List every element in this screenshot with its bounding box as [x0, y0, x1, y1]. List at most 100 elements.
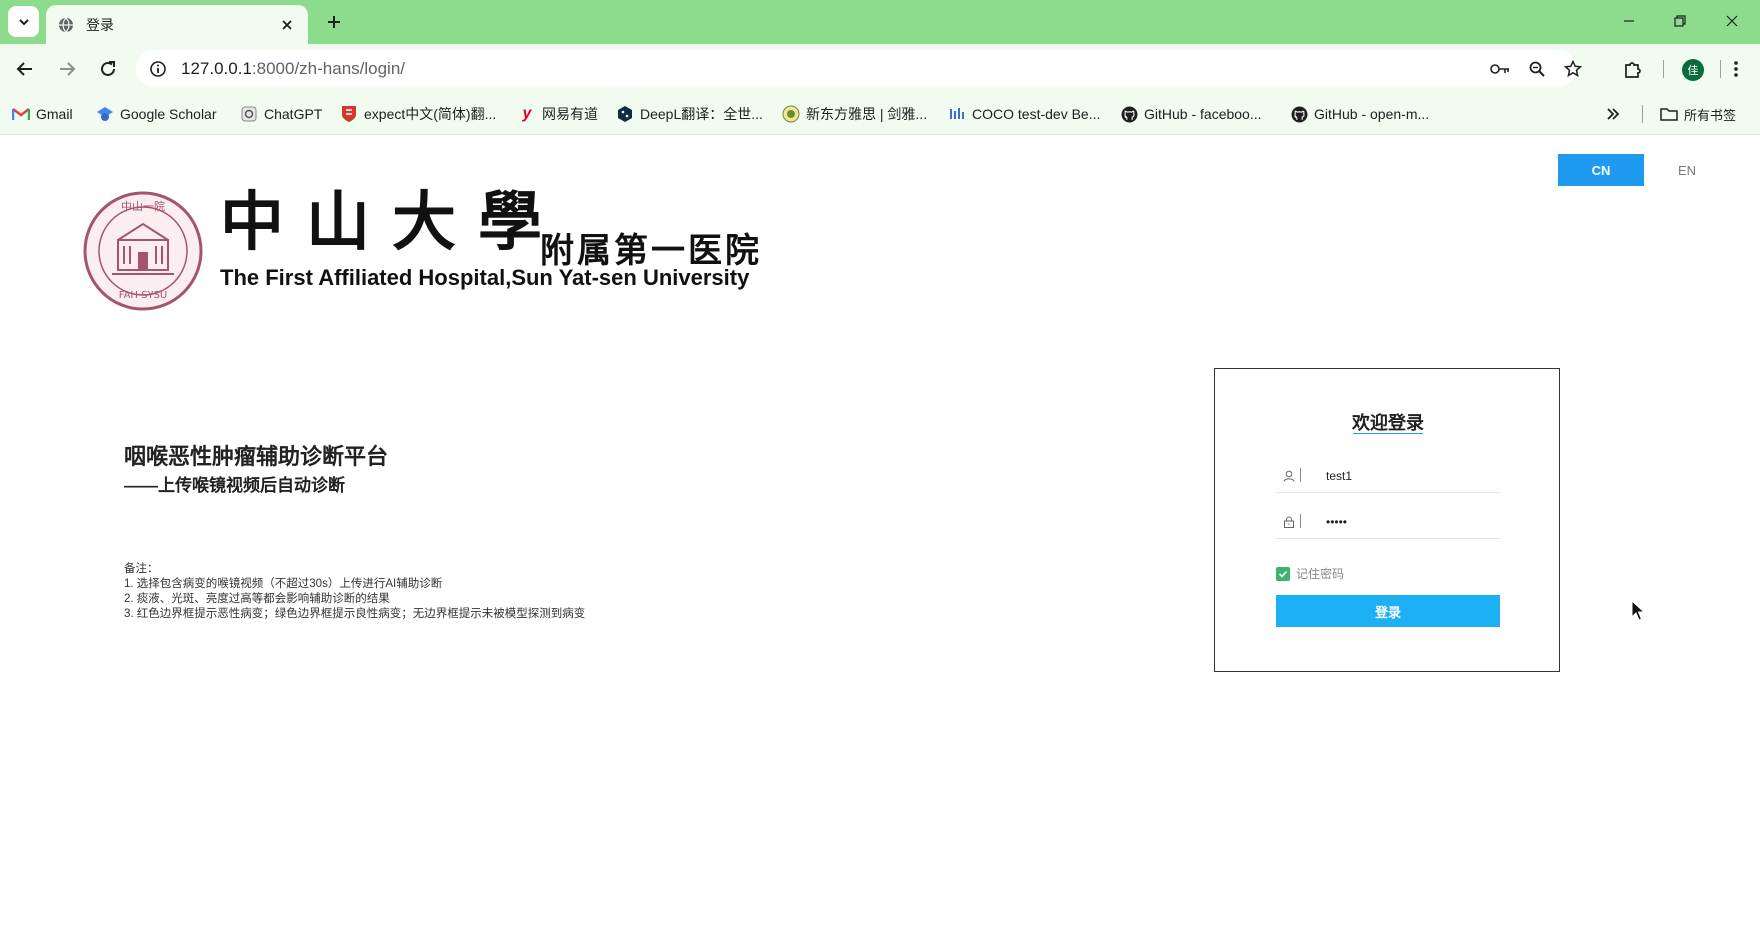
address-bar[interactable]: 127.0.0.1:8000/zh-hans/login/	[136, 50, 1582, 87]
plus-icon	[328, 16, 340, 28]
bookmark-label: COCO test-dev Be...	[972, 106, 1101, 122]
cambridge-icon	[340, 105, 358, 123]
profile-avatar[interactable]: 佳	[1682, 59, 1704, 81]
close-icon	[1726, 15, 1738, 27]
lang-en-button[interactable]: EN	[1644, 154, 1730, 186]
bookmark-label: ChatGPT	[264, 106, 323, 122]
close-window-button[interactable]	[1712, 6, 1752, 36]
scholar-icon	[96, 105, 114, 123]
coco-icon	[948, 105, 966, 123]
remember-password[interactable]: 记住密码	[1276, 565, 1344, 582]
bookmarks-divider	[1642, 105, 1643, 123]
chatgpt-icon	[240, 105, 258, 123]
all-bookmarks-label: 所有书签	[1684, 107, 1737, 123]
toolbar-divider	[1720, 60, 1721, 78]
double-chevron-right-icon	[1607, 108, 1620, 120]
zoom-icon[interactable]	[1526, 58, 1548, 80]
login-button[interactable]: 登录	[1276, 595, 1500, 627]
mouse-cursor-icon	[1631, 600, 1645, 621]
username-field[interactable]	[1276, 461, 1500, 493]
bookmark-chatgpt[interactable]: ChatGPT	[240, 103, 322, 125]
login-card: 欢迎登录 记住密码 登录	[1214, 368, 1560, 672]
password-key-icon[interactable]	[1489, 58, 1511, 80]
new-tab-button[interactable]	[322, 10, 346, 34]
browser-menu-button[interactable]	[1723, 56, 1749, 82]
globe-icon	[58, 17, 74, 33]
folder-icon	[1660, 105, 1678, 123]
note-item: 3. 红色边界框提示恶性病变；绿色边界框提示良性病变；无边界框提示未被模型探测到…	[124, 608, 586, 620]
bookmark-label: Google Scholar	[120, 106, 217, 122]
note-item: 2. 痰液、光斑、亮度过高等都会影响辅助诊断的结果	[124, 593, 390, 605]
bookmark-star-icon[interactable]	[1562, 58, 1584, 80]
bookmark-github-open[interactable]: GitHub - open-m...	[1290, 103, 1429, 125]
site-info-icon[interactable]	[148, 59, 168, 79]
reload-button[interactable]	[95, 56, 121, 82]
field-divider	[1300, 514, 1301, 528]
bookmark-label: DeepL翻译：全世...	[640, 106, 763, 122]
logo-english-name: The First Affiliated Hospital,Sun Yat-se…	[220, 265, 750, 290]
forward-button[interactable]	[54, 56, 80, 82]
seal-top-text: 中山一院	[121, 199, 165, 213]
bookmark-youdao[interactable]: y 网易有道	[518, 103, 598, 125]
lang-cn-button[interactable]: CN	[1558, 154, 1644, 186]
active-tab[interactable]: 登录	[46, 5, 308, 44]
reload-icon	[101, 61, 115, 76]
minimize-icon	[1624, 20, 1634, 22]
tab-search-button[interactable]	[8, 6, 39, 37]
restore-button[interactable]	[1660, 6, 1700, 36]
bookmark-xdf[interactable]: 新东方雅思 | 剑雅...	[782, 103, 927, 125]
password-input[interactable]	[1326, 511, 1496, 533]
bookmark-label: 网易有道	[542, 106, 598, 122]
close-tab-icon[interactable]	[278, 16, 296, 34]
bookmark-label: GitHub - open-m...	[1314, 106, 1430, 122]
platform-subtitle: ——上传喉镜视频后自动诊断	[124, 476, 345, 495]
bookmark-label: expect中文(简体)翻...	[364, 106, 497, 122]
login-title: 欢迎登录	[1352, 413, 1424, 433]
checkmark-icon	[1278, 570, 1288, 578]
url-path: :8000/zh-hans/login/	[251, 59, 406, 78]
xdf-icon	[782, 105, 800, 123]
bookmark-label: 新东方雅思 | 剑雅...	[806, 106, 928, 122]
username-input[interactable]	[1326, 465, 1496, 487]
bookmark-cambridge[interactable]: expect中文(简体)翻...	[340, 103, 496, 125]
more-bookmarks-button[interactable]	[1606, 103, 1620, 125]
remember-label: 记住密码	[1296, 567, 1345, 581]
github-icon	[1290, 105, 1308, 123]
hospital-seal-logo: 中山一院 FAH·SYSU	[83, 191, 203, 311]
platform-title: 咽喉恶性肿瘤辅助诊断平台	[124, 444, 389, 469]
login-page: CN EN 中山一院 FAH·SYSU 中山大學 附属第一医院 The Firs…	[0, 135, 1760, 942]
field-divider	[1300, 468, 1301, 482]
remember-checkbox[interactable]	[1276, 566, 1290, 581]
deepl-icon	[616, 105, 634, 123]
bookmark-label: Gmail	[36, 106, 73, 122]
bookmark-deepl[interactable]: DeepL翻译：全世...	[616, 103, 763, 125]
bookmarks-bar: Gmail Google Scholar ChatGPT expect中文(简体…	[0, 93, 1760, 135]
seal-bottom-text: FAH·SYSU	[119, 290, 168, 301]
toolbar-divider	[1663, 60, 1664, 78]
password-field[interactable]	[1276, 507, 1500, 539]
gmail-icon	[12, 105, 30, 123]
youdao-icon: y	[522, 105, 532, 122]
url-text[interactable]: 127.0.0.1:8000/zh-hans/login/	[181, 59, 405, 79]
all-bookmarks-folder[interactable]: 所有书签	[1660, 103, 1736, 125]
url-host: 127.0.0.1	[181, 59, 252, 78]
bookmark-coco[interactable]: COCO test-dev Be...	[948, 103, 1100, 125]
bookmark-github-facebook[interactable]: GitHub - faceboo...	[1120, 103, 1262, 125]
github-icon	[1120, 105, 1138, 123]
extensions-button[interactable]	[1620, 56, 1646, 82]
minimize-button[interactable]	[1609, 6, 1649, 36]
puzzle-icon	[1625, 62, 1641, 78]
bookmark-gmail[interactable]: Gmail	[12, 103, 73, 125]
arrow-right-icon	[60, 62, 76, 76]
user-icon	[1282, 469, 1296, 483]
tab-strip: 登录	[0, 0, 1760, 44]
browser-toolbar: 127.0.0.1:8000/zh-hans/login/ 佳	[0, 44, 1760, 93]
lock-icon	[1282, 515, 1296, 529]
notes-heading: 备注：	[124, 563, 159, 575]
bookmark-google-scholar[interactable]: Google Scholar	[96, 103, 217, 125]
login-title-underline	[1353, 433, 1423, 434]
kebab-menu-icon	[1734, 61, 1738, 77]
note-item: 1. 选择包含病变的喉镜视频（不超过30s）上传进行AI辅助诊断	[124, 578, 443, 590]
back-button[interactable]	[12, 56, 38, 82]
tab-title: 登录	[86, 16, 114, 33]
